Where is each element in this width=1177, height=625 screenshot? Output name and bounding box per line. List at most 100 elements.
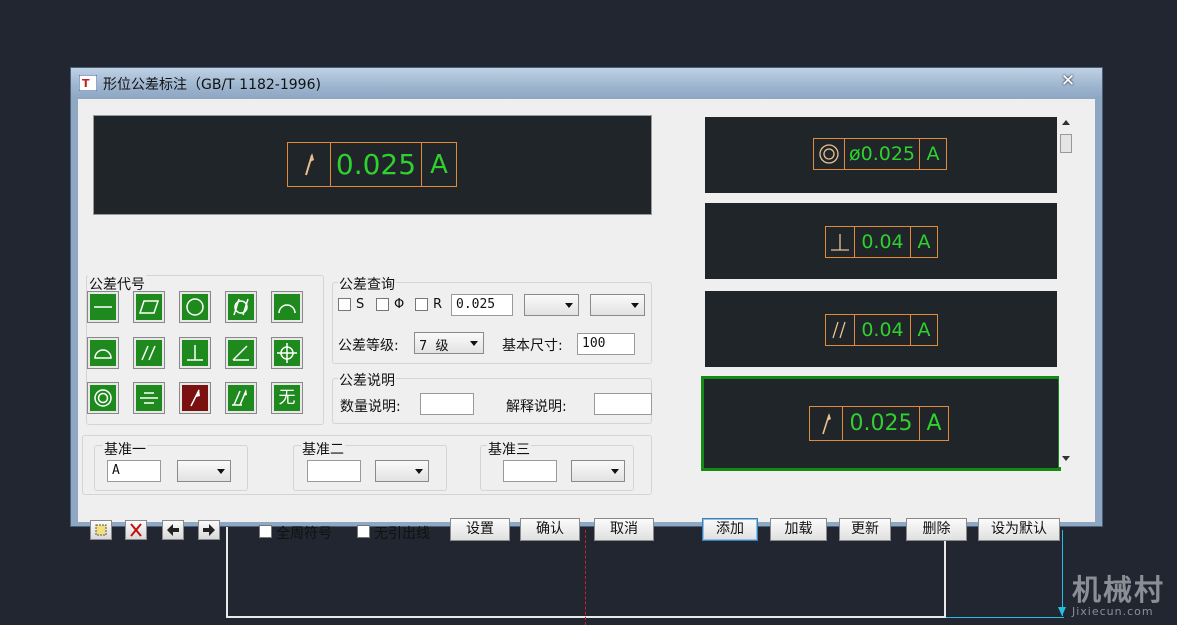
datum2-select[interactable]	[375, 460, 429, 482]
all-around-label: 全周符号	[276, 526, 332, 542]
cad-center-line	[585, 530, 586, 625]
delete-button[interactable]: 删除	[906, 518, 967, 541]
history-item[interactable]: ø0.025 A	[703, 115, 1059, 195]
r-label: R	[433, 297, 443, 312]
arrow-right-icon	[203, 524, 215, 536]
history-item-selected[interactable]: 0.025 A	[701, 376, 1061, 471]
watermark-cn: 机械村	[1072, 573, 1166, 607]
history-datum: A	[917, 231, 931, 253]
runout-icon	[288, 143, 331, 186]
cancel-button[interactable]: 取消	[594, 518, 654, 541]
history-frame: 0.04 A	[825, 226, 938, 258]
chevron-down-icon	[565, 303, 573, 308]
tolerance-dialog: T 形位公差标注（GB/T 1182-1996) ✕ 0.025 A 公差代号	[70, 67, 1103, 542]
window-title: 形位公差标注（GB/T 1182-1996)	[103, 77, 321, 93]
modifier-select-1[interactable]	[524, 294, 579, 316]
tolerance-value-input[interactable]: 0.025	[451, 294, 513, 316]
history-frame: 0.025 A	[809, 406, 949, 441]
none-symbol-button[interactable]: 无	[272, 383, 302, 413]
perpendicularity-button[interactable]	[180, 338, 210, 368]
previous-button[interactable]	[162, 520, 184, 540]
datum1-input[interactable]: A	[107, 460, 161, 482]
grade-value: 7 级	[419, 339, 449, 354]
add-button[interactable]: 添加	[702, 518, 758, 541]
history-item[interactable]: 0.04 A	[703, 289, 1059, 369]
concentricity-icon	[814, 139, 845, 169]
modifier-select-2[interactable]	[590, 294, 645, 316]
set-default-button[interactable]: 设为默认	[978, 518, 1060, 541]
total-runout-button[interactable]	[226, 383, 256, 413]
qty-input[interactable]	[420, 393, 474, 415]
cad-part-outline	[226, 520, 946, 618]
update-button[interactable]: 更新	[839, 518, 891, 541]
r-checkbox[interactable]	[415, 298, 428, 311]
no-leader-checkbox[interactable]	[357, 525, 370, 538]
explain-input[interactable]	[594, 393, 652, 415]
tol-desc-title: 公差说明	[338, 370, 396, 390]
flatness-button[interactable]	[134, 292, 164, 322]
line-profile-button[interactable]	[272, 292, 302, 322]
parallelism-button[interactable]	[134, 338, 164, 368]
chevron-down-icon	[470, 341, 478, 346]
history-datum: A	[926, 411, 942, 436]
close-button[interactable]: ✕	[1057, 71, 1079, 91]
all-around-checkbox[interactable]	[259, 525, 272, 538]
scroll-thumb[interactable]	[1060, 134, 1072, 153]
position-button[interactable]	[272, 338, 302, 368]
history-value: 0.04	[855, 315, 911, 345]
chevron-down-icon	[217, 469, 225, 474]
cad-dimension-line	[1062, 530, 1063, 616]
datum3-select[interactable]	[571, 460, 625, 482]
history-datum: A	[926, 143, 940, 165]
delete-tool-button[interactable]	[125, 520, 147, 540]
cad-dimension-arrow	[1058, 607, 1066, 616]
surface-profile-button[interactable]	[88, 338, 118, 368]
qty-label: 数量说明:	[340, 399, 401, 415]
explain-label: 解释说明:	[506, 399, 567, 415]
angularity-button[interactable]	[226, 338, 256, 368]
preview-datum: A	[430, 149, 448, 180]
cylindricity-button[interactable]	[226, 292, 256, 322]
history-scrollbar[interactable]	[1059, 115, 1073, 467]
perpendicularity-icon	[826, 227, 855, 257]
dialog-body: 0.025 A 公差代号 无 公差查询 S Φ R 0.025 公差等级: 7 …	[78, 99, 1095, 542]
chevron-down-icon	[415, 469, 423, 474]
title-bar[interactable]: T 形位公差标注（GB/T 1182-1996) ✕	[71, 68, 1102, 98]
circularity-button[interactable]	[180, 292, 210, 322]
datum1-select[interactable]	[177, 460, 231, 482]
preview-panel: 0.025 A	[93, 115, 652, 215]
s-checkbox[interactable]	[338, 298, 351, 311]
preview-value: 0.025	[331, 143, 422, 186]
load-button[interactable]: 加载	[770, 518, 827, 541]
chevron-down-icon	[631, 303, 639, 308]
phi-checkbox[interactable]	[376, 298, 389, 311]
history-item[interactable]: 0.04 A	[703, 201, 1059, 281]
datum3-input[interactable]	[503, 460, 557, 482]
scroll-down-icon[interactable]	[1062, 456, 1070, 461]
datum2-input[interactable]	[307, 460, 361, 482]
app-logo-icon: T	[79, 75, 97, 91]
history-value: ø0.025	[845, 139, 920, 169]
select-object-button[interactable]	[90, 520, 112, 540]
no-leader-label: 无引出线	[374, 526, 430, 542]
watermark-en: Jixiecun.com	[1072, 605, 1154, 618]
circular-runout-button[interactable]	[180, 383, 210, 413]
tol-code-title: 公差代号	[88, 274, 146, 294]
cad-extension-line	[946, 617, 1064, 618]
scroll-up-icon[interactable]	[1062, 120, 1070, 125]
phi-label: Φ	[394, 297, 405, 312]
ok-button[interactable]: 确认	[520, 518, 580, 541]
next-button[interactable]	[198, 520, 220, 540]
grade-label: 公差等级:	[338, 338, 399, 354]
select-icon	[95, 524, 107, 536]
base-size-input[interactable]: 100	[577, 333, 635, 355]
symmetry-button[interactable]	[134, 383, 164, 413]
history-frame: 0.04 A	[825, 314, 938, 346]
concentricity-button[interactable]	[88, 383, 118, 413]
settings-button[interactable]: 设置	[450, 518, 510, 541]
chevron-down-icon	[611, 469, 619, 474]
watermark: 机械村 Jixiecun.com	[1072, 574, 1165, 618]
straightness-button[interactable]	[88, 292, 118, 322]
close-icon	[130, 523, 142, 537]
grade-select[interactable]: 7 级	[414, 332, 484, 354]
